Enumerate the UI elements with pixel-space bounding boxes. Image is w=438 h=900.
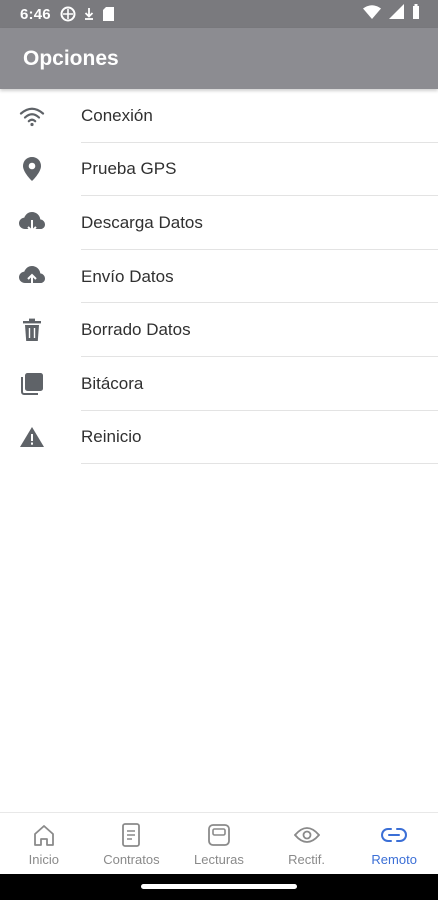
cloud-download-icon [18,209,46,237]
home-icon [31,822,57,848]
bottom-nav: Inicio Contratos Lecturas Rectif. Remoto [0,812,438,875]
eye-icon [293,822,320,848]
battery-icon [412,4,420,24]
document-icon [118,822,144,848]
divider [81,463,438,465]
nav-item-inicio[interactable]: Inicio [0,813,88,875]
nav-label: Contratos [103,852,160,867]
home-gesture-handle[interactable] [141,884,297,889]
menu-item-reinicio[interactable]: Reinicio [0,411,438,465]
menu-item-prueba-gps[interactable]: Prueba GPS [0,143,438,197]
gesture-bar [0,874,438,900]
trash-icon [18,316,46,344]
status-bar: 6:46 [0,0,438,28]
menu-item-borrado-datos[interactable]: Borrado Datos [0,303,438,357]
wifi-icon [18,102,46,130]
nav-label: Remoto [371,852,417,867]
warning-icon [18,423,46,451]
nav-item-rectif[interactable]: Rectif. [263,813,351,875]
menu-item-conexion[interactable]: Conexión [0,89,438,143]
meter-icon [206,822,232,848]
options-menu: Conexión Prueba GPS Descarga Datos Envío… [0,89,438,465]
page-title: Opciones [23,46,119,70]
menu-item-label: Descarga Datos [81,212,203,232]
link-icon [381,822,408,848]
menu-item-descarga-datos[interactable]: Descarga Datos [0,196,438,250]
menu-item-label: Envío Datos [81,266,174,286]
nav-label: Rectif. [288,852,325,867]
cloud-upload-icon [18,263,46,291]
nav-item-contratos[interactable]: Contratos [88,813,176,875]
nav-label: Lecturas [194,852,244,867]
sd-card-icon [102,6,115,22]
menu-item-label: Reinicio [81,427,142,447]
menu-item-bitacora[interactable]: Bitácora [0,357,438,411]
wifi-icon [363,4,381,24]
signal-icon [389,4,404,24]
app-bar: Opciones [0,28,438,89]
nav-item-remoto[interactable]: Remoto [350,813,438,875]
menu-item-label: Conexión [81,105,153,125]
location-pin-icon [18,155,46,183]
nav-item-lecturas[interactable]: Lecturas [175,813,263,875]
download-arrow-icon [83,6,95,22]
app-icon [60,6,76,22]
menu-item-envio-datos[interactable]: Envío Datos [0,250,438,304]
nav-label: Inicio [28,852,59,867]
menu-item-label: Borrado Datos [81,320,191,340]
copy-icon [18,370,46,398]
status-time: 6:46 [20,5,51,23]
menu-item-label: Bitácora [81,373,144,393]
menu-item-label: Prueba GPS [81,159,177,179]
